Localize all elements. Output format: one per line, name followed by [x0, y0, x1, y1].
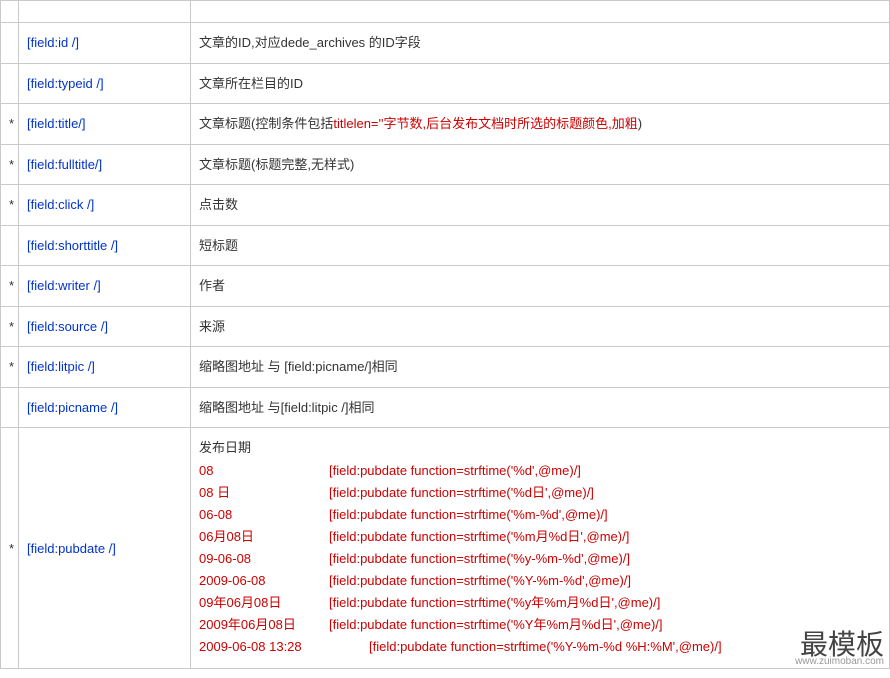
cell-desc: [191, 1, 890, 23]
cell-field: [field:id /]: [19, 23, 191, 64]
cell-ast: *: [1, 104, 19, 145]
table-row: * [field:source /] 来源: [1, 306, 890, 347]
desc-text-a: 文章标题(控制条件包括: [199, 116, 333, 131]
pubdate-line: 06月08日[field:pubdate function=strftime('…: [199, 526, 881, 548]
pubdate-line: 2009-06-08 13:28[field:pubdate function=…: [199, 636, 881, 658]
pubdate-val: [field:pubdate function=strftime('%Y-%m-…: [329, 573, 631, 588]
pubdate-val: [field:pubdate function=strftime('%Y年%m月…: [329, 617, 663, 632]
cell-ast: *: [1, 266, 19, 307]
desc-text-red: titlelen=''字节数,后台发布文档时所选的标题颜色,加粗: [333, 116, 637, 131]
cell-field: [field:writer /]: [19, 266, 191, 307]
desc-text-c: ): [638, 116, 642, 131]
pubdate-key: 06月08日: [199, 526, 329, 548]
pubdate-line: 2009年06月08日[field:pubdate function=strft…: [199, 614, 881, 636]
table-row: * [field:writer /] 作者: [1, 266, 890, 307]
pubdate-key: 2009年06月08日: [199, 614, 329, 636]
pubdate-line: 08[field:pubdate function=strftime('%d',…: [199, 460, 881, 482]
cell-ast: *: [1, 144, 19, 185]
pubdate-val: [field:pubdate function=strftime('%d',@m…: [329, 463, 581, 478]
table-row: * [field:click /] 点击数: [1, 185, 890, 226]
table-row: [1, 1, 890, 23]
pubdate-line: 09-06-08[field:pubdate function=strftime…: [199, 548, 881, 570]
pubdate-val: [field:pubdate function=strftime('%y-%m-…: [329, 551, 630, 566]
pubdate-val: [field:pubdate function=strftime('%d日',@…: [329, 485, 594, 500]
cell-ast: *: [1, 428, 19, 669]
pubdate-key: 08 日: [199, 482, 329, 504]
pubdate-key: 09年06月08日: [199, 592, 329, 614]
cell-desc: 来源: [191, 306, 890, 347]
table-row-pubdate: * [field:pubdate /] 发布日期 08[field:pubdat…: [1, 428, 890, 669]
cell-field: [field:fulltitle/]: [19, 144, 191, 185]
table-row: * [field:title/] 文章标题(控制条件包括titlelen=''字…: [1, 104, 890, 145]
cell-desc: 缩略图地址 与[field:litpic /]相同: [191, 387, 890, 428]
cell-ast: [1, 225, 19, 266]
pubdate-key: 08: [199, 460, 329, 482]
cell-ast: [1, 63, 19, 104]
cell-desc-pubdate: 发布日期 08[field:pubdate function=strftime(…: [191, 428, 890, 669]
cell-desc: 短标题: [191, 225, 890, 266]
cell-desc: 作者: [191, 266, 890, 307]
pubdate-val: [field:pubdate function=strftime('%Y-%m-…: [369, 639, 722, 654]
cell-ast: [1, 23, 19, 64]
cell-ast: *: [1, 185, 19, 226]
pubdate-key: 2009-06-08: [199, 570, 329, 592]
table-row: [field:typeid /] 文章所在栏目的ID: [1, 63, 890, 104]
pubdate-line: 06-08[field:pubdate function=strftime('%…: [199, 504, 881, 526]
pubdate-line: 09年06月08日[field:pubdate function=strftim…: [199, 592, 881, 614]
cell-ast: *: [1, 306, 19, 347]
table-row: [field:id /] 文章的ID,对应dede_archives 的ID字段: [1, 23, 890, 64]
cell-ast: *: [1, 347, 19, 388]
cell-desc: 文章标题(标题完整,无样式): [191, 144, 890, 185]
cell-field: [field:source /]: [19, 306, 191, 347]
cell-desc: 点击数: [191, 185, 890, 226]
cell-field: [field:shorttitle /]: [19, 225, 191, 266]
cell-ast: [1, 387, 19, 428]
table-row: [field:picname /] 缩略图地址 与[field:litpic /…: [1, 387, 890, 428]
cell-desc: 缩略图地址 与 [field:picname/]相同: [191, 347, 890, 388]
cell-field: [field:click /]: [19, 185, 191, 226]
table-row: * [field:fulltitle/] 文章标题(标题完整,无样式): [1, 144, 890, 185]
pubdate-title: 发布日期: [199, 438, 881, 458]
pubdate-key: 2009-06-08 13:28: [199, 636, 369, 658]
pubdate-line: 08 日[field:pubdate function=strftime('%d…: [199, 482, 881, 504]
cell-field: [field:title/]: [19, 104, 191, 145]
pubdate-key: 06-08: [199, 504, 329, 526]
pubdate-key: 09-06-08: [199, 548, 329, 570]
pubdate-line: 2009-06-08[field:pubdate function=strfti…: [199, 570, 881, 592]
table-row: [field:shorttitle /] 短标题: [1, 225, 890, 266]
pubdate-val: [field:pubdate function=strftime('%m月%d日…: [329, 529, 629, 544]
pubdate-val: [field:pubdate function=strftime('%m-%d'…: [329, 507, 608, 522]
cell-field: [19, 1, 191, 23]
cell-field: [field:pubdate /]: [19, 428, 191, 669]
fields-table: [field:id /] 文章的ID,对应dede_archives 的ID字段…: [0, 0, 890, 669]
cell-field: [field:litpic /]: [19, 347, 191, 388]
pubdate-val: [field:pubdate function=strftime('%y年%m月…: [329, 595, 660, 610]
cell-field: [field:typeid /]: [19, 63, 191, 104]
cell-desc: 文章所在栏目的ID: [191, 63, 890, 104]
cell-desc: 文章的ID,对应dede_archives 的ID字段: [191, 23, 890, 64]
cell-ast: [1, 1, 19, 23]
table-row: * [field:litpic /] 缩略图地址 与 [field:picnam…: [1, 347, 890, 388]
cell-desc: 文章标题(控制条件包括titlelen=''字节数,后台发布文档时所选的标题颜色…: [191, 104, 890, 145]
cell-field: [field:picname /]: [19, 387, 191, 428]
table-body: [field:id /] 文章的ID,对应dede_archives 的ID字段…: [1, 1, 890, 669]
